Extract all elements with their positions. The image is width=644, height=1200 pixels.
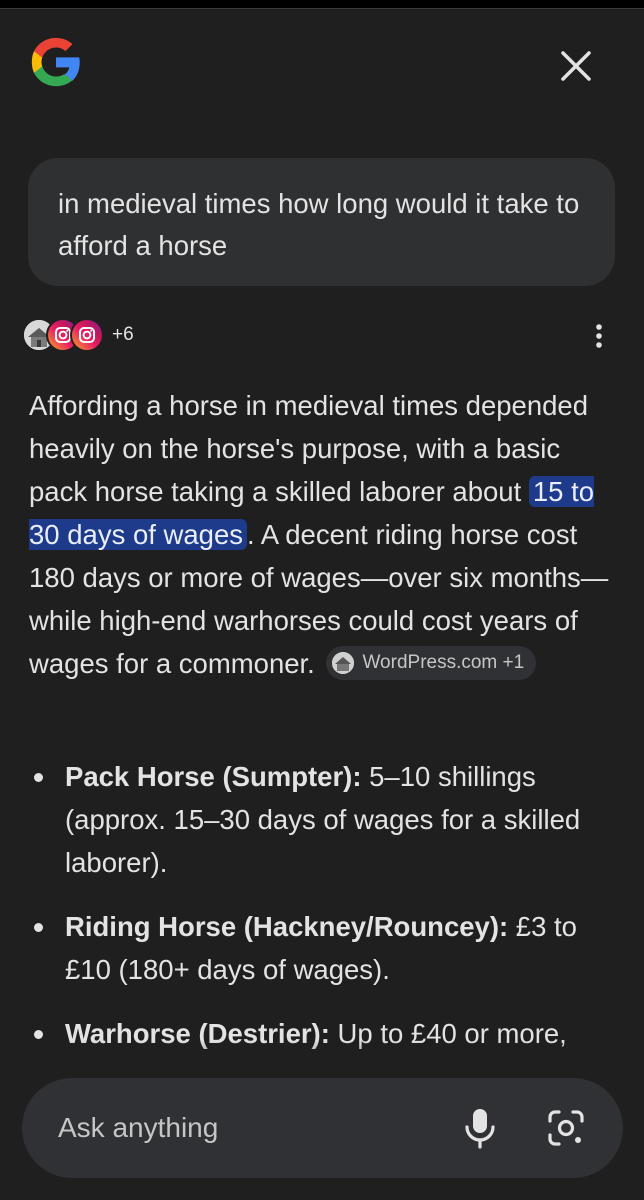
source-chip[interactable]: WordPress.com +1 bbox=[326, 645, 537, 680]
voice-search-button[interactable] bbox=[462, 1106, 498, 1150]
ask-input-bar[interactable]: Ask anything bbox=[22, 1078, 623, 1178]
ask-input-placeholder[interactable]: Ask anything bbox=[58, 1108, 218, 1148]
answer-text-part1: Affording a horse in medieval times depe… bbox=[29, 390, 589, 507]
list-item: Pack Horse (Sumpter): 5–10 shillings (ap… bbox=[29, 755, 619, 884]
more-vert-icon bbox=[596, 324, 602, 348]
website-thumbnail-icon bbox=[332, 651, 355, 674]
google-lens-icon bbox=[548, 1110, 584, 1146]
instagram-icon bbox=[70, 318, 104, 352]
sources-count: +6 bbox=[112, 324, 134, 345]
microphone-icon bbox=[465, 1109, 495, 1149]
status-bar-strip bbox=[0, 0, 644, 9]
answer-bullet-list: Pack Horse (Sumpter): 5–10 shillings (ap… bbox=[29, 755, 619, 1076]
bullet-title: Pack Horse (Sumpter): bbox=[65, 761, 362, 792]
close-button[interactable] bbox=[556, 46, 596, 86]
query-text: in medieval times how long would it take… bbox=[58, 188, 580, 261]
more-options-button[interactable] bbox=[586, 320, 612, 352]
ai-answer-paragraph: Affording a horse in medieval times depe… bbox=[29, 384, 619, 685]
list-item: Riding Horse (Hackney/Rouncey): £3 to £1… bbox=[29, 905, 619, 991]
sources-button[interactable]: +6 bbox=[22, 316, 134, 354]
close-icon bbox=[561, 51, 591, 81]
user-query-bubble: in medieval times how long would it take… bbox=[28, 158, 615, 286]
bullet-title: Riding Horse (Hackney/Rouncey): bbox=[65, 911, 509, 942]
google-lens-button[interactable] bbox=[546, 1108, 586, 1148]
google-g-logo-icon bbox=[27, 33, 85, 91]
source-chip-label: WordPress.com +1 bbox=[362, 651, 525, 673]
